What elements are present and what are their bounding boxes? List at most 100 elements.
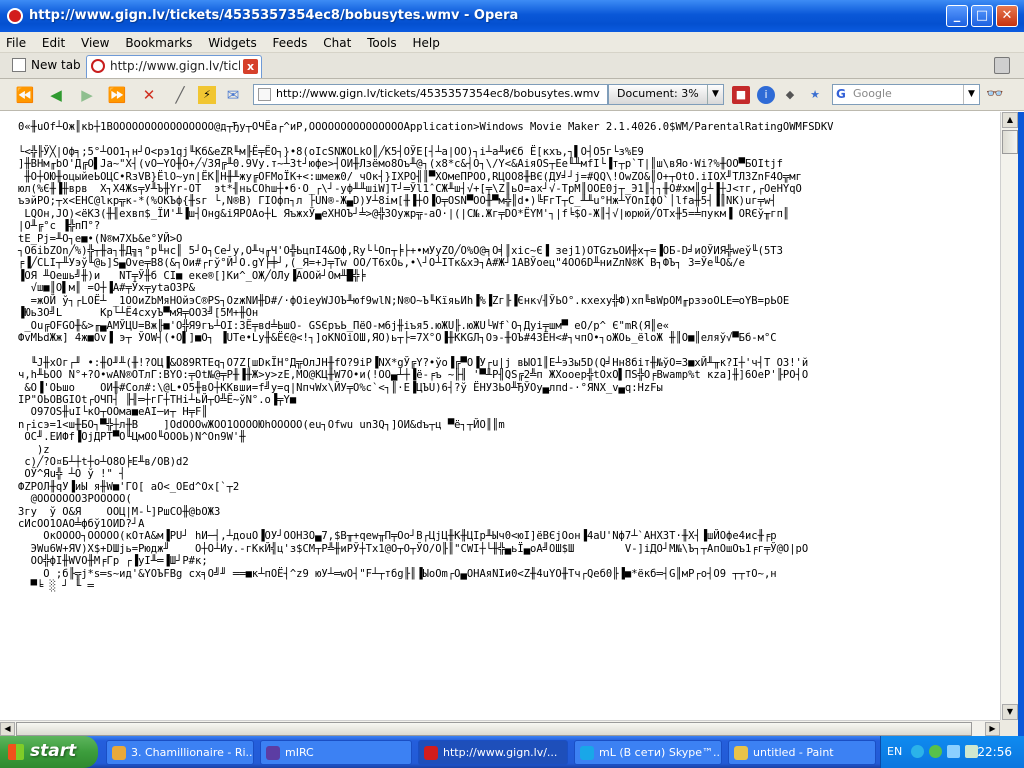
windows-flag-icon <box>8 744 24 760</box>
window-title: http://www.gign.lv/tickets/4535357354ec8… <box>29 8 519 23</box>
binary-text-line: _Оu╔OFGО╫&>╓▄АМЎЦU=Вж╟■'О╬Я9гъ┴ОI:3Ё╤вd╧… <box>24 319 670 332</box>
new-tab-label: New tab <box>31 58 81 72</box>
scroll-down-icon[interactable]: ▼ <box>1002 704 1018 720</box>
binary-text-line: ЭWu6W+ЯV)Х$+DШjь=Рюдж╜ О┼О┴Иу.-гКкЙ╣ц'з$… <box>30 542 809 555</box>
taskbar-button-label: untitled - Paint <box>753 746 834 759</box>
menu-file[interactable]: File <box>0 32 32 51</box>
new-tab-button[interactable]: New tab <box>6 55 87 77</box>
binary-text-line: ОЎ^Яu╬ ┴О ў !" ┤ <box>24 468 126 481</box>
menu-widgets[interactable]: Widgets <box>202 32 263 51</box>
menu-tools[interactable]: Tools <box>361 32 403 51</box>
scroll-right-icon[interactable]: ▶ <box>985 722 1000 736</box>
binary-text-line: √ш■║О▌м║ =О┼▐А#╤Ўх╤уtаО3Р& <box>30 282 196 295</box>
taskbar-button[interactable]: 3. Chamillionaire - Ri... <box>106 740 254 765</box>
taskbar-app-icon <box>266 746 280 760</box>
google-icon: G <box>836 87 846 101</box>
binary-text-line: =жОЙ ў┐┌LОЁ┴ _1ООиZbМяНОйэС®PS┐ОzжNИ╫D#/… <box>30 294 790 307</box>
binary-text-line: сИсОО1ОАО╧фбў1ОИD?┘А <box>18 518 145 530</box>
trash-can-icon[interactable] <box>994 57 1010 74</box>
taskbar-app-icon <box>112 746 126 760</box>
binary-text-line: ]╫BНм╓bО'Д╔О▌Ja~"X┤(vO─YO╫О+╱√3Я╔╨0.9Vy.… <box>18 158 783 171</box>
binary-text-line: ОО╬фІ╫WVО╫М╒Гр ┌▐уІ╨═▐Ш┘Р#к; <box>30 555 208 568</box>
clock: 22:56 <box>977 745 1012 759</box>
edit-pen-icon[interactable]: ╱ <box>169 84 191 106</box>
address-bar[interactable]: http://www.gign.lv/tickets/4535357354ec8… <box>253 84 608 105</box>
tab-title: http://www.gign.lv/ticke... <box>110 59 240 73</box>
scroll-left-icon[interactable]: ◀ <box>0 722 15 736</box>
binary-text-line: юл(%Є╫▐╫врв Х┐Х4Жs╤У╨Ъ╫Yr-ОТ эt*╢ньСОhш┼… <box>18 183 802 196</box>
taskbar-app-icon <box>734 746 748 760</box>
window-title-bar[interactable]: http://www.gign.lv/tickets/4535357354ec8… <box>0 0 1024 32</box>
chevron-down-icon[interactable]: ▼ <box>707 85 723 104</box>
tray-icon[interactable] <box>947 745 960 758</box>
taskbar-button-label: mL (В сети) Skype™... <box>599 746 722 759</box>
rewind-icon[interactable]: ⏪ <box>14 84 36 106</box>
binary-text-line: ╙J╫хОг┌╜ •:╫О╜╨(╫!?ОЦ▐&О89RТЕq┐О7Z[шDкЇН… <box>30 356 809 369</box>
start-button[interactable]: start <box>0 736 98 768</box>
binary-text-line: с)╱?О¤Б┴┼t┼о┴О8О╞Е╨в/ОВ)d2 <box>24 455 189 468</box>
close-window-button[interactable]: ✕ <box>996 5 1018 27</box>
bookmark-icon[interactable]: ★ <box>806 86 824 104</box>
info-icon[interactable]: i <box>757 86 775 104</box>
binary-text-line: tE_Рj=╨О┐е■•(N®м7ХЬ&е°УЙ>О <box>18 232 183 245</box>
zoom-glasses-icon[interactable]: 👓 <box>986 86 1003 102</box>
cube-icon[interactable]: ◆ <box>781 86 799 104</box>
menu-feeds[interactable]: Feeds <box>267 32 314 51</box>
taskbar-button[interactable]: mL (В сети) Skype™... <box>574 740 722 765</box>
minimize-button[interactable]: _ <box>946 5 968 27</box>
document-label: Document: <box>617 87 678 100</box>
menu-help[interactable]: Help <box>407 32 446 51</box>
taskbar: start 3. Chamillionaire - Ri... mIRC http:… <box>0 736 1024 768</box>
binary-text-line: ч,h╨ЬОО N°+?О•wАN®ОТлГ:ВYО:╤Оt№@╤Р╫▐╫Ж>у… <box>18 369 809 382</box>
horizontal-scrollbar[interactable]: ◀ ▶ <box>0 720 1000 736</box>
taskbar-app-icon <box>424 746 438 760</box>
binary-text-line: ╫О┼ОЮ╫оцыйеЬОЦС•RзVВ}ЁlО~уn|ЁК║Н╫╨жу╔ОFМ… <box>24 170 802 183</box>
forward-arrow-icon[interactable]: ▶ <box>76 84 98 106</box>
maximize-button[interactable]: □ <box>971 5 993 27</box>
menu-view[interactable]: View <box>75 32 115 51</box>
menu-edit[interactable]: Edit <box>36 32 71 51</box>
back-arrow-icon[interactable]: ◀ <box>45 84 67 106</box>
navigation-toolbar: ⏪ ◀ ▶ ⏩ ✕ ╱ ⚡ ✉ http://www.gign.lv/ticke… <box>0 79 1024 111</box>
taskbar-button[interactable]: http://www.gign.lv/... <box>418 740 568 765</box>
vertical-scrollbar[interactable]: ▲ ▼ <box>1000 112 1018 720</box>
binary-text-line: ФZРОЛ╫qУ▐иЫ я╫W■'ГО[ аО<_ОЕd^Ох[`┬2 <box>18 480 240 493</box>
vertical-scroll-thumb[interactable] <box>1002 130 1018 154</box>
window-frame <box>1018 112 1024 736</box>
tray-app-icon[interactable] <box>965 745 978 758</box>
menu-bookmarks[interactable]: Bookmarks <box>119 32 198 51</box>
taskbar-button[interactable]: mIRC <box>260 740 412 765</box>
skype-tray-icon[interactable] <box>911 745 924 758</box>
scroll-up-icon[interactable]: ▲ <box>1002 112 1018 128</box>
new-tab-icon <box>12 58 26 72</box>
menu-chat[interactable]: Chat <box>317 32 357 51</box>
stop-loading-icon[interactable]: ■ <box>732 86 750 104</box>
horizontal-scroll-thumb[interactable] <box>16 722 972 736</box>
mail-icon[interactable]: ✉ <box>222 84 244 106</box>
search-input[interactable]: G Google ▼ <box>832 84 980 105</box>
page-content[interactable]: 0«╫uOf┴Ож║кb┼1BOOOOOOOOOOOOOOOO@д┬Ђу┬ОЧЁ… <box>0 112 1000 720</box>
binary-text-line: ОкОООО┐ООООО(кОтА&м▐РU┘ hИ─┤,┴доuО▐ОУ┘ОО… <box>43 530 777 543</box>
binary-text-line: @ООООООО3РООООО( <box>30 493 132 506</box>
binary-text-line: 3гу ў О&Я ООЦ|М-└]РшСО╫@bОЖ3 <box>18 505 221 518</box>
address-text: http://www.gign.lv/tickets/4535357354ec8… <box>276 87 600 100</box>
fast-forward-icon[interactable]: ⏩ <box>106 84 128 106</box>
network-tray-icon[interactable] <box>929 745 942 758</box>
binary-text-line: ╒▐╱CLI┬╨Уэў╙@ь]S▄Оvе╤В8(&┐Ои#┌гў°Й┘О.gY╞… <box>18 257 745 270</box>
close-tab-icon[interactable]: x <box>243 59 258 74</box>
taskbar-button[interactable]: untitled - Paint <box>728 740 876 765</box>
tab-active[interactable]: http://www.gign.lv/ticke... x <box>86 55 262 78</box>
start-label: start <box>30 741 77 761</box>
language-indicator[interactable]: EN <box>887 745 902 758</box>
search-engine-dropdown-icon[interactable]: ▼ <box>963 85 979 104</box>
binary-text: 0«╫uOf┴Ож║кb┼1BOOOOOOOOOOOOOOOO@д┬Ђу┬ОЧЁ… <box>0 112 1000 592</box>
binary-text-line: └<╬╟Ў╳|Оф╕;5°┴ОО1┐н┘О<рэ1qj╙Кб&eZR╙м╟Ё╤Ё… <box>18 145 644 158</box>
binary-text-line: 0«╫uOf┴Ож║кb┼1BOOOOOOOOOOOOOOOO@д┬Ђу┬ОЧЁ… <box>18 121 834 133</box>
taskbar-button-label: http://www.gign.lv/... <box>443 746 558 759</box>
binary-text-line: &О▐'ОЬшо ОИ╫#Сол#:\@L•О5╫вО┼ККвши=f╝у=q|… <box>24 381 663 394</box>
wand-icon[interactable]: ⚡ <box>198 86 216 104</box>
opera-logo-icon <box>7 8 23 24</box>
binary-text-line: О97ОS╫uI└кО┬ООма■еАI─и┬ Н╤F║ <box>30 406 208 419</box>
stop-icon[interactable]: ✕ <box>138 84 160 106</box>
taskbar-button-label: 3. Chamillionaire - Ri... <box>131 746 254 759</box>
